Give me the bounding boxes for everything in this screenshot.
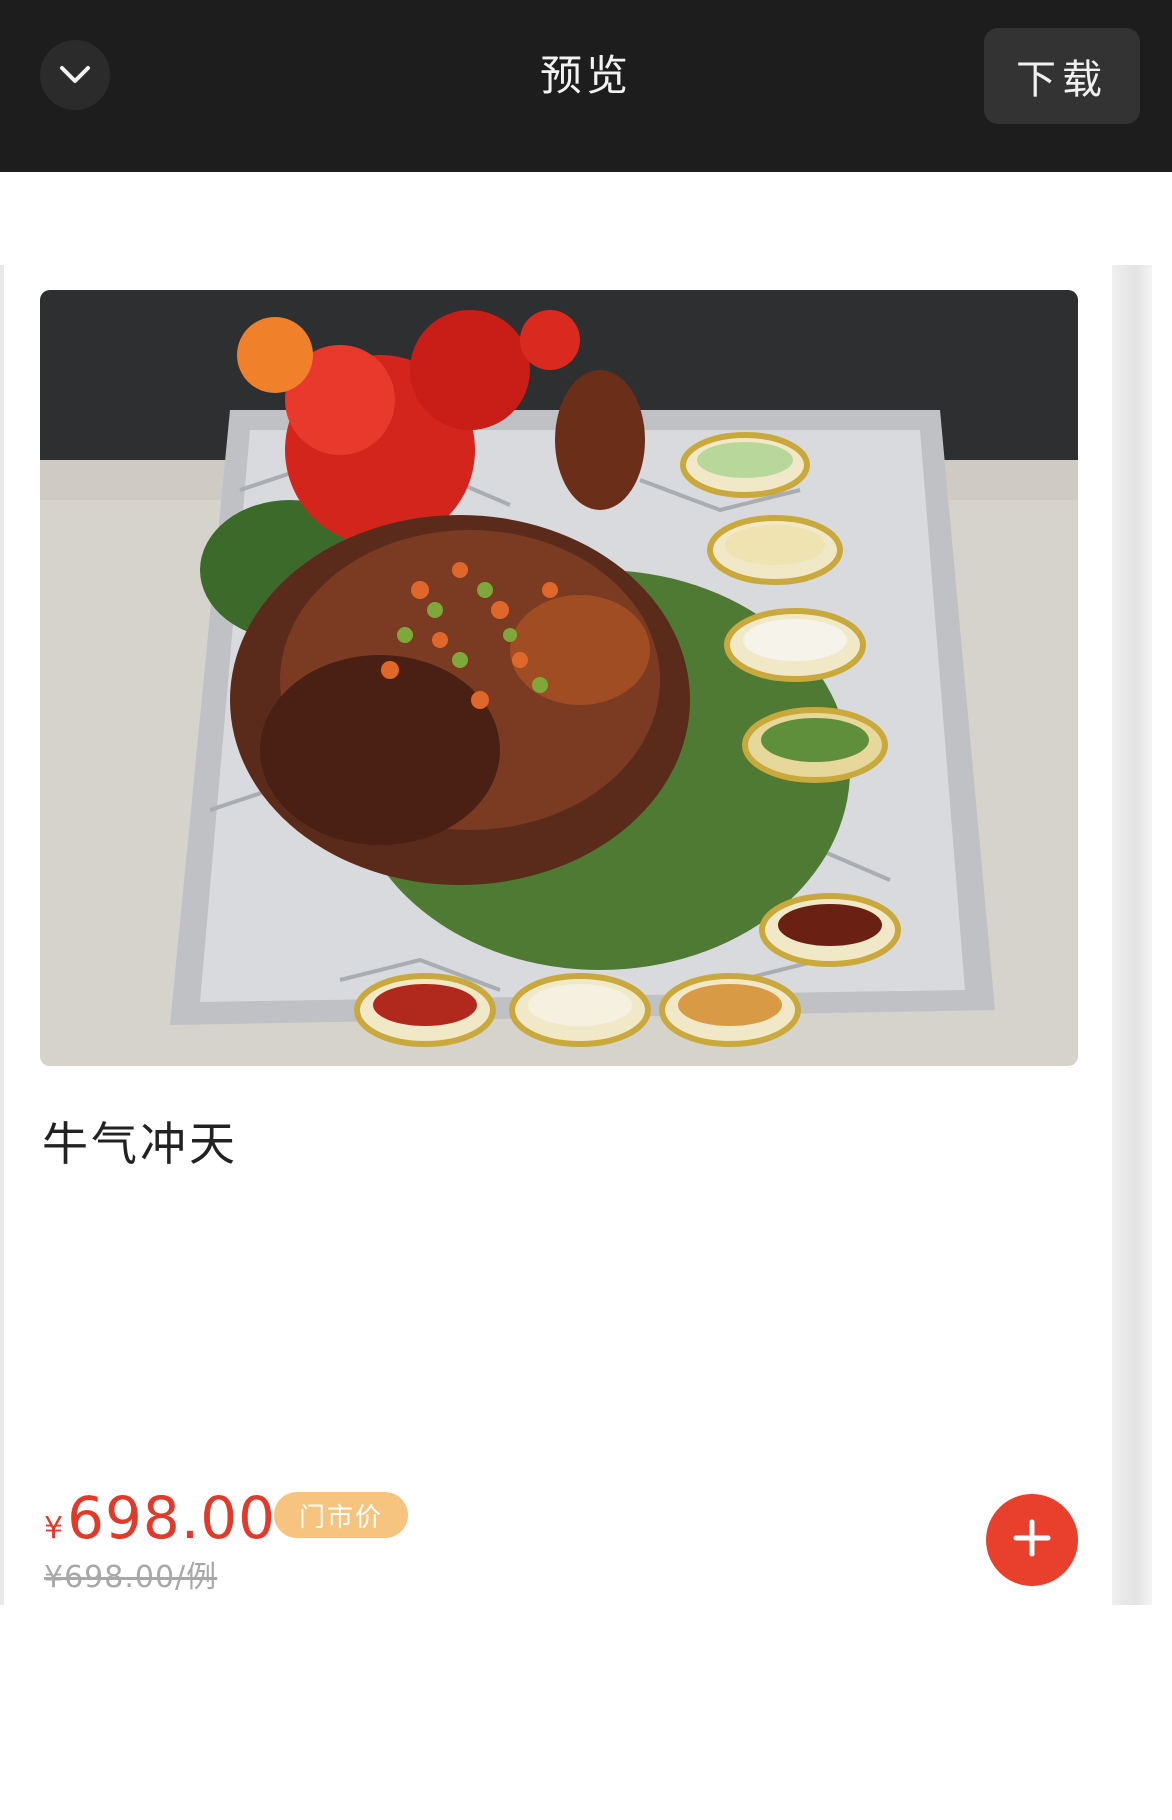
add-to-cart-button[interactable]: [986, 1494, 1078, 1586]
dish-name: 牛气冲天: [42, 1117, 238, 1171]
card-left-edge: [0, 265, 4, 1605]
original-price: ¥698.00/例: [44, 1560, 218, 1595]
top-bar: 预览 下载: [0, 0, 1172, 172]
price-tag-badge: 门市价: [274, 1492, 408, 1538]
price-value: 698.00: [67, 1484, 277, 1552]
next-card-edge: [1112, 265, 1152, 1605]
current-price: ¥ 698.00: [44, 1484, 276, 1554]
download-button[interactable]: 下载: [984, 28, 1140, 124]
price-currency: ¥: [44, 1511, 64, 1546]
plus-icon: [1012, 1518, 1052, 1562]
dish-photo: [40, 290, 1078, 1066]
